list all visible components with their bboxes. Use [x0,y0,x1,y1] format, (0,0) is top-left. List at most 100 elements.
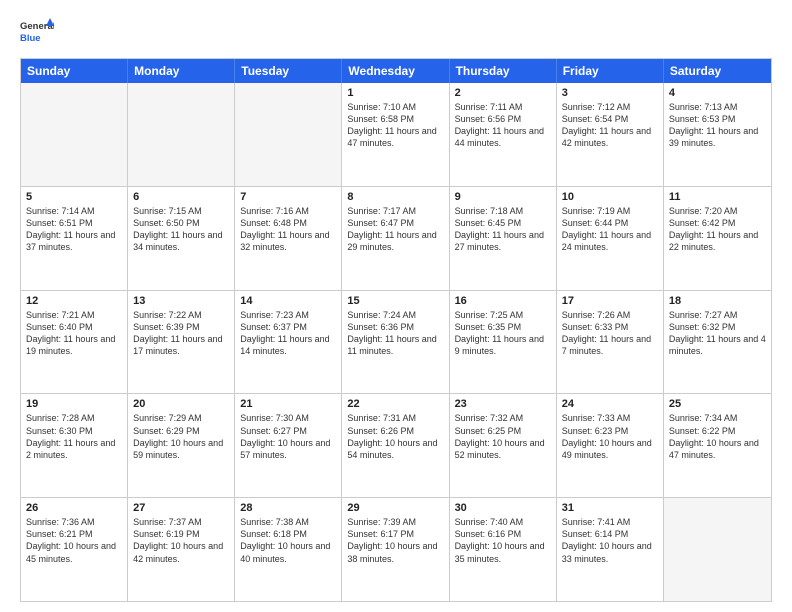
calendar: SundayMondayTuesdayWednesdayThursdayFrid… [20,58,772,602]
calendar-header: SundayMondayTuesdayWednesdayThursdayFrid… [21,59,771,83]
day-number: 16 [455,295,551,307]
day-info: Sunrise: 7:18 AM Sunset: 6:45 PM Dayligh… [455,205,551,254]
day-number: 4 [669,87,766,99]
day-info: Sunrise: 7:30 AM Sunset: 6:27 PM Dayligh… [240,412,336,461]
day-cell-1: 1 Sunrise: 7:10 AM Sunset: 6:58 PM Daylig… [342,83,449,186]
day-cell-29: 29 Sunrise: 7:39 AM Sunset: 6:17 PM Dayli… [342,498,449,601]
day-cell-14: 14 Sunrise: 7:23 AM Sunset: 6:37 PM Dayli… [235,291,342,394]
day-cell-24: 24 Sunrise: 7:33 AM Sunset: 6:23 PM Dayli… [557,394,664,497]
day-number: 17 [562,295,658,307]
day-number: 22 [347,398,443,410]
day-number: 1 [347,87,443,99]
day-info: Sunrise: 7:16 AM Sunset: 6:48 PM Dayligh… [240,205,336,254]
calendar-row-3: 19 Sunrise: 7:28 AM Sunset: 6:30 PM Dayli… [21,393,771,497]
day-info: Sunrise: 7:26 AM Sunset: 6:33 PM Dayligh… [562,309,658,358]
day-cell-19: 19 Sunrise: 7:28 AM Sunset: 6:30 PM Dayli… [21,394,128,497]
logo: General Blue [20,16,54,50]
header-cell-tuesday: Tuesday [235,59,342,83]
day-cell-2: 2 Sunrise: 7:11 AM Sunset: 6:56 PM Daylig… [450,83,557,186]
day-info: Sunrise: 7:23 AM Sunset: 6:37 PM Dayligh… [240,309,336,358]
day-number: 13 [133,295,229,307]
day-info: Sunrise: 7:37 AM Sunset: 6:19 PM Dayligh… [133,516,229,565]
day-cell-13: 13 Sunrise: 7:22 AM Sunset: 6:39 PM Dayli… [128,291,235,394]
day-number: 2 [455,87,551,99]
calendar-row-1: 5Sunrise: 7:14 AM Sunset: 6:51 PM Daylig… [21,186,771,290]
day-info: Sunrise: 7:41 AM Sunset: 6:14 PM Dayligh… [562,516,658,565]
day-info: Sunrise: 7:32 AM Sunset: 6:25 PM Dayligh… [455,412,551,461]
day-number: 20 [133,398,229,410]
day-info: Sunrise: 7:25 AM Sunset: 6:35 PM Dayligh… [455,309,551,358]
day-number: 24 [562,398,658,410]
svg-text:Blue: Blue [20,33,41,44]
day-number: 11 [669,191,766,203]
day-info: Sunrise: 7:20 AM Sunset: 6:42 PM Dayligh… [669,205,766,254]
header-cell-sunday: Sunday [21,59,128,83]
header-cell-wednesday: Wednesday [342,59,449,83]
day-number: 30 [455,502,551,514]
logo-flag-icon: General Blue [20,16,54,50]
day-info: Sunrise: 7:40 AM Sunset: 6:16 PM Dayligh… [455,516,551,565]
day-info: Sunrise: 7:36 AM Sunset: 6:21 PM Dayligh… [26,516,122,565]
day-cell-23: 23 Sunrise: 7:32 AM Sunset: 6:25 PM Dayli… [450,394,557,497]
day-number: 12 [26,295,122,307]
day-info: Sunrise: 7:12 AM Sunset: 6:54 PM Dayligh… [562,101,658,150]
day-cell-25: 25Sunrise: 7:34 AM Sunset: 6:22 PM Dayli… [664,394,771,497]
day-info: Sunrise: 7:10 AM Sunset: 6:58 PM Dayligh… [347,101,443,150]
day-number: 28 [240,502,336,514]
day-cell-5: 5Sunrise: 7:14 AM Sunset: 6:51 PM Daylig… [21,187,128,290]
day-cell-7: 7 Sunrise: 7:16 AM Sunset: 6:48 PM Daylig… [235,187,342,290]
day-cell-empty [21,83,128,186]
day-number: 29 [347,502,443,514]
day-cell-26: 26 Sunrise: 7:36 AM Sunset: 6:21 PM Dayli… [21,498,128,601]
day-number: 19 [26,398,122,410]
day-cell-12: 12 Sunrise: 7:21 AM Sunset: 6:40 PM Dayli… [21,291,128,394]
day-cell-empty [128,83,235,186]
day-info: Sunrise: 7:29 AM Sunset: 6:29 PM Dayligh… [133,412,229,461]
day-info: Sunrise: 7:38 AM Sunset: 6:18 PM Dayligh… [240,516,336,565]
day-number: 7 [240,191,336,203]
calendar-row-4: 26 Sunrise: 7:36 AM Sunset: 6:21 PM Dayli… [21,497,771,601]
day-info: Sunrise: 7:13 AM Sunset: 6:53 PM Dayligh… [669,101,766,150]
header-cell-friday: Friday [557,59,664,83]
day-number: 25 [669,398,766,410]
day-info: Sunrise: 7:31 AM Sunset: 6:26 PM Dayligh… [347,412,443,461]
day-cell-17: 17 Sunrise: 7:26 AM Sunset: 6:33 PM Dayli… [557,291,664,394]
day-info: Sunrise: 7:39 AM Sunset: 6:17 PM Dayligh… [347,516,443,565]
day-cell-27: 27Sunrise: 7:37 AM Sunset: 6:19 PM Dayli… [128,498,235,601]
day-info: Sunrise: 7:11 AM Sunset: 6:56 PM Dayligh… [455,101,551,150]
day-number: 6 [133,191,229,203]
day-number: 3 [562,87,658,99]
calendar-row-0: 1 Sunrise: 7:10 AM Sunset: 6:58 PM Daylig… [21,83,771,186]
day-info: Sunrise: 7:33 AM Sunset: 6:23 PM Dayligh… [562,412,658,461]
day-cell-15: 15Sunrise: 7:24 AM Sunset: 6:36 PM Dayli… [342,291,449,394]
day-cell-6: 6Sunrise: 7:15 AM Sunset: 6:50 PM Daylig… [128,187,235,290]
day-cell-20: 20 Sunrise: 7:29 AM Sunset: 6:29 PM Dayli… [128,394,235,497]
header-cell-saturday: Saturday [664,59,771,83]
day-cell-30: 30 Sunrise: 7:40 AM Sunset: 6:16 PM Dayli… [450,498,557,601]
day-cell-16: 16 Sunrise: 7:25 AM Sunset: 6:35 PM Dayli… [450,291,557,394]
day-number: 14 [240,295,336,307]
day-number: 15 [347,295,443,307]
day-number: 21 [240,398,336,410]
day-number: 31 [562,502,658,514]
day-cell-empty [664,498,771,601]
day-cell-11: 11 Sunrise: 7:20 AM Sunset: 6:42 PM Dayli… [664,187,771,290]
day-cell-22: 22 Sunrise: 7:31 AM Sunset: 6:26 PM Dayli… [342,394,449,497]
day-info: Sunrise: 7:28 AM Sunset: 6:30 PM Dayligh… [26,412,122,461]
day-number: 8 [347,191,443,203]
day-number: 5 [26,191,122,203]
day-cell-3: 3 Sunrise: 7:12 AM Sunset: 6:54 PM Daylig… [557,83,664,186]
day-cell-4: 4 Sunrise: 7:13 AM Sunset: 6:53 PM Daylig… [664,83,771,186]
day-info: Sunrise: 7:21 AM Sunset: 6:40 PM Dayligh… [26,309,122,358]
day-info: Sunrise: 7:19 AM Sunset: 6:44 PM Dayligh… [562,205,658,254]
day-cell-18: 18Sunrise: 7:27 AM Sunset: 6:32 PM Dayli… [664,291,771,394]
day-number: 10 [562,191,658,203]
header-cell-thursday: Thursday [450,59,557,83]
day-cell-empty [235,83,342,186]
day-cell-21: 21 Sunrise: 7:30 AM Sunset: 6:27 PM Dayli… [235,394,342,497]
day-number: 23 [455,398,551,410]
day-cell-31: 31 Sunrise: 7:41 AM Sunset: 6:14 PM Dayli… [557,498,664,601]
day-cell-8: 8Sunrise: 7:17 AM Sunset: 6:47 PM Daylig… [342,187,449,290]
day-info: Sunrise: 7:22 AM Sunset: 6:39 PM Dayligh… [133,309,229,358]
day-number: 26 [26,502,122,514]
